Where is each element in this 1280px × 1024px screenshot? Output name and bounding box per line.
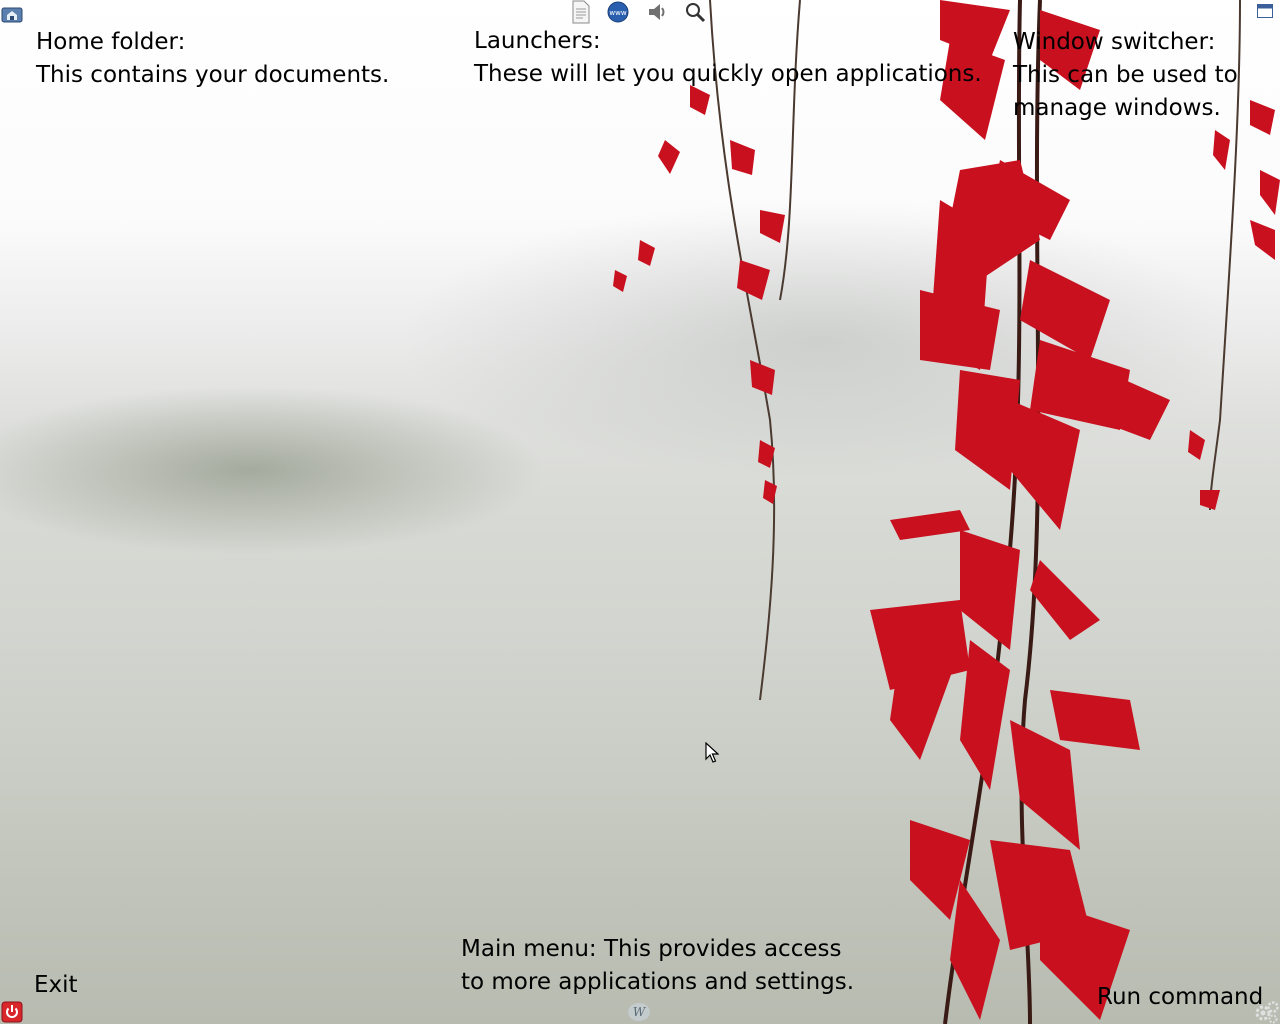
run-command-hint-label: Run command [1097, 984, 1264, 1010]
power-icon[interactable] [1, 1001, 23, 1023]
main-menu-hint-line1: Main menu: This provides access [461, 936, 842, 962]
run-command-hint: Run command [1097, 981, 1263, 1014]
mouse-cursor-icon [705, 741, 720, 768]
exit-hint: Exit [34, 969, 78, 1002]
home-folder-icon[interactable] [1, 2, 23, 24]
launchers-hint-body: These will let you quickly open applicat… [474, 61, 982, 87]
settings-gears-icon[interactable] [1254, 999, 1280, 1024]
search-icon[interactable] [683, 0, 707, 24]
launchers-hint: Launchers: These will let you quickly op… [474, 25, 982, 91]
exit-hint-label: Exit [34, 972, 78, 998]
window-switcher-hint: Window switcher: This can be used to man… [1013, 26, 1238, 125]
main-menu-icon[interactable]: W [627, 1000, 651, 1024]
svg-text:www: www [609, 9, 626, 17]
home-folder-hint: Home folder: This contains your document… [36, 26, 389, 92]
home-folder-hint-title: Home folder: [36, 29, 186, 55]
window-switcher-hint-line2: This can be used to [1013, 62, 1238, 88]
main-menu-hint: Main menu: This provides access to more … [461, 933, 854, 999]
window-switcher-hint-line3: manage windows. [1013, 95, 1221, 121]
launchers-hint-title: Launchers: [474, 28, 601, 54]
text-editor-icon[interactable] [569, 0, 593, 24]
wallpaper-foliage [613, 0, 1280, 1024]
web-browser-icon[interactable]: www [606, 0, 630, 24]
window-switcher-icon[interactable] [1255, 2, 1275, 20]
svg-text:W: W [633, 1005, 647, 1019]
window-switcher-hint-line1: Window switcher: [1013, 29, 1216, 55]
main-menu-hint-line2: to more applications and settings. [461, 969, 855, 995]
volume-icon[interactable] [645, 0, 669, 24]
home-folder-hint-body: This contains your documents. [36, 62, 390, 88]
